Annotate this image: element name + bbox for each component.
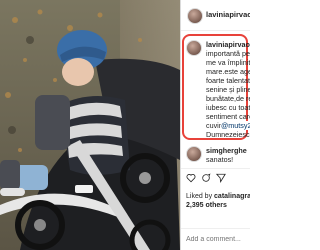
liked-by-label: Liked by <box>186 193 213 200</box>
post-username[interactable]: laviniapirvaofficial <box>206 10 250 19</box>
post-actions <box>181 168 250 187</box>
share-icon[interactable] <box>216 173 226 183</box>
liked-by-user[interactable]: catalinagra <box>214 193 250 200</box>
caption-line: foarte talentat.i <box>206 76 250 85</box>
caption-line: iubesc cu toată f <box>206 103 250 112</box>
post-photo <box>0 0 180 250</box>
comment-avatar[interactable] <box>186 146 202 162</box>
add-comment-bar <box>181 228 250 250</box>
comment-icon[interactable] <box>201 173 211 183</box>
post-photo-image <box>0 0 180 250</box>
caption-line: bunătate,de reali <box>206 94 250 103</box>
caption-line: Dumnezeiesc! <box>206 130 250 139</box>
caption-username[interactable]: laviniapirvaofficial <box>206 40 250 49</box>
post-header: laviniapirvaofficial <box>181 0 250 31</box>
caption-line: mare.este ager, <box>206 67 250 76</box>
avatar[interactable] <box>187 8 203 24</box>
caption-line: importantă pentr <box>206 49 250 58</box>
add-comment-input[interactable] <box>186 236 250 243</box>
caption-line: me va împlinit 6 <box>206 58 250 67</box>
caption-avatar[interactable] <box>186 40 202 56</box>
comment-username[interactable]: simgherghe <box>206 146 247 155</box>
liked-by: Liked by catalinagra <box>186 193 250 200</box>
likes-count[interactable]: 2,395 others <box>186 202 227 209</box>
caption-line: sentiment care n <box>206 112 250 121</box>
heart-icon[interactable] <box>186 173 196 183</box>
caption-mention-link[interactable]: @mutsy2 <box>221 121 250 130</box>
caption-line: senine și pline d <box>206 85 250 94</box>
post-side-panel: laviniapirvaofficial laviniapirvaofficia… <box>180 0 250 250</box>
comment-text: sanatos! <box>206 155 234 164</box>
